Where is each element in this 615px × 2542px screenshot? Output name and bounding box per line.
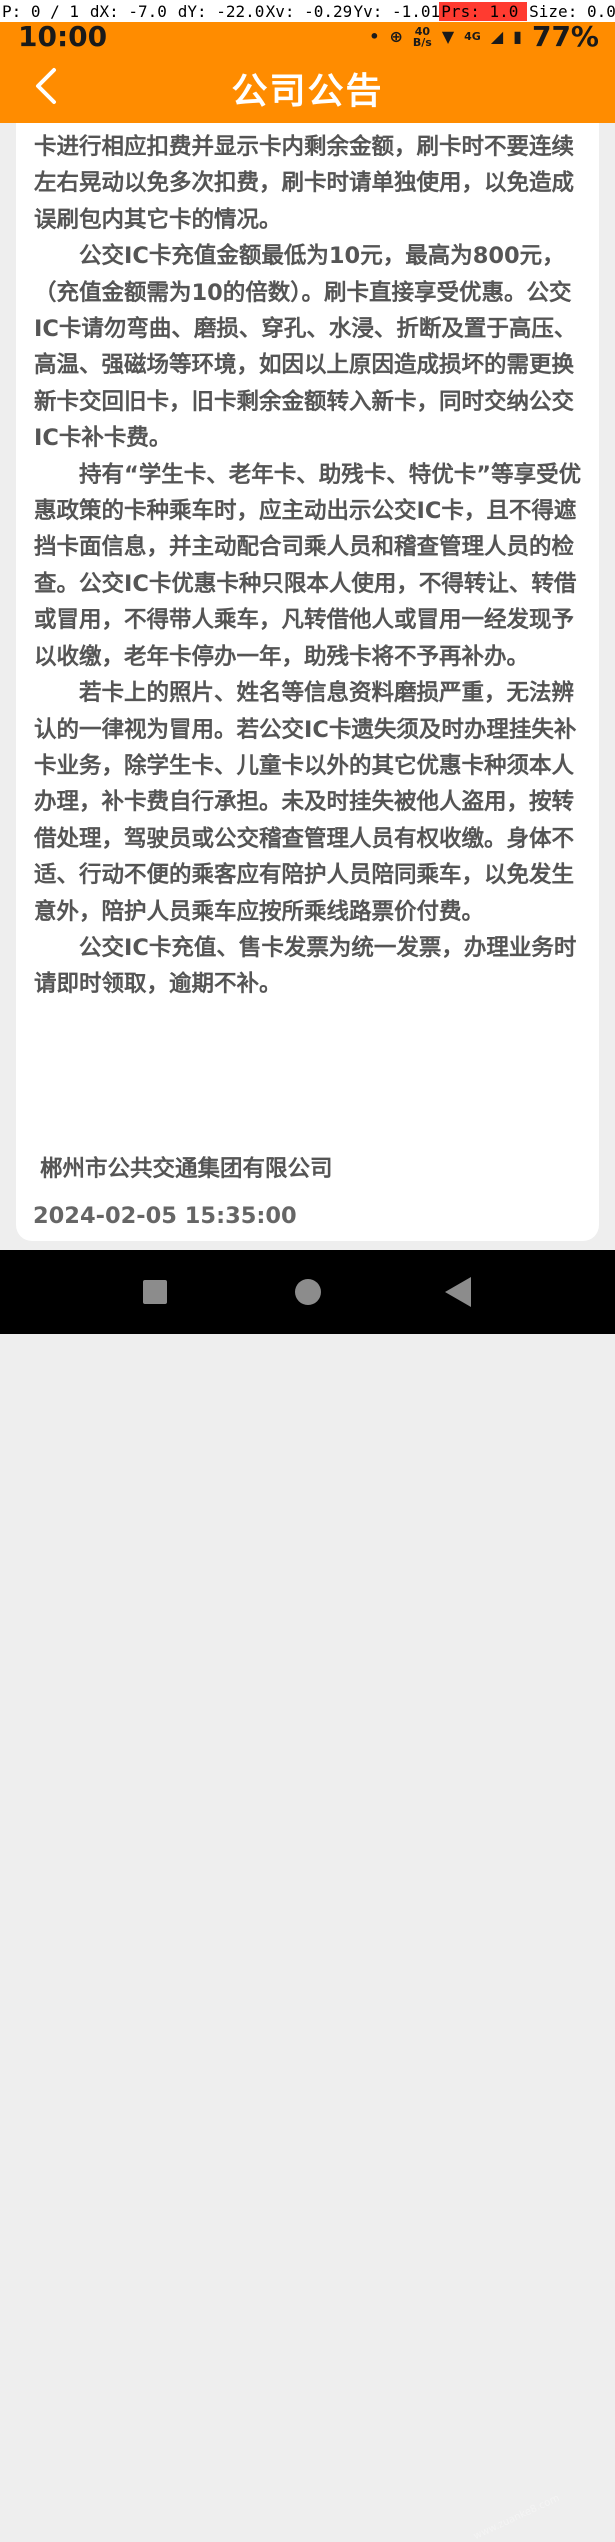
paragraph: 若卡上的照片、姓名等信息资料磨损严重，无法辨认的一律视为冒用。若公交IC卡遗失须… (34, 680, 577, 925)
dot-icon: • (369, 27, 380, 46)
battery-level: 77% (531, 20, 599, 53)
debug-size: Size: 0.01 (529, 1, 615, 21)
paragraph: 卡进行相应扣费并显示卡内剩余金额，刷卡时不要连续左右晃动以免多次扣费，刷卡时请单… (34, 134, 575, 233)
wifi-icon: ▼ (441, 27, 455, 46)
page-title: 公司公告 (231, 71, 384, 112)
network-type: 4G (464, 30, 481, 43)
debug-p: P: 0 / 1 (2, 1, 80, 21)
paragraph: 公交IC卡充值、售卡发票为统一发票，办理业务时请即时领取，逾期不补。 (34, 934, 577, 998)
status-icons: • ⊕ 40 B/s ▼ 4G ◢ ▮ 77% (369, 20, 599, 53)
debug-dx: dX: -7.0 (89, 1, 167, 21)
debug-yv: Yv: -1.016 (353, 1, 440, 21)
net-speed-unit: B/s (412, 35, 432, 49)
data-saver-icon: ⊕ (389, 27, 403, 46)
net-speed: 40 B/s (413, 26, 432, 48)
paragraph: 公交IC卡充值金额最低为10元，最高为800元，（充值金额需为10的倍数）。刷卡… (34, 243, 577, 452)
watermark: www.zuanke8.com (472, 2492, 562, 2542)
paragraph: 持有“学生卡、老年卡、助残卡、特优卡”等享受优惠政策的卡种乘车时，应主动出示公交… (34, 461, 582, 670)
debug-prs: Prs: 1.0 (439, 1, 528, 21)
nav-back-icon[interactable] (445, 1277, 471, 1307)
announcement-card[interactable]: 卡进行相应扣费并显示卡内剩余金额，刷卡时不要连续左右晃动以免多次扣费，刷卡时请单… (16, 123, 599, 1241)
status-time: 10:00 (18, 20, 108, 53)
announcement-body: 卡进行相应扣费并显示卡内剩余金额，刷卡时不要连续左右晃动以免多次扣费，刷卡时请单… (34, 129, 582, 1003)
system-nav-bar: www.zuanke8.com (0, 1250, 615, 2542)
pointer-debug-bar: P: 0 / 1 dX: -7.0 dY: -22.0 Xv: -0.294 Y… (0, 0, 615, 22)
debug-dy: dY: -22.0 (177, 1, 264, 21)
signal-icon: ◢ (490, 27, 504, 46)
publish-datetime: 2024-02-05 15:35:00 (33, 1203, 297, 1229)
company-name: 郴州市公共交通集团有限公司 (40, 1156, 333, 1182)
home-icon[interactable] (295, 1279, 321, 1305)
debug-xv: Xv: -0.294 (265, 1, 352, 21)
recent-apps-icon[interactable] (143, 1280, 167, 1304)
battery-icon: ▮ (513, 27, 522, 46)
